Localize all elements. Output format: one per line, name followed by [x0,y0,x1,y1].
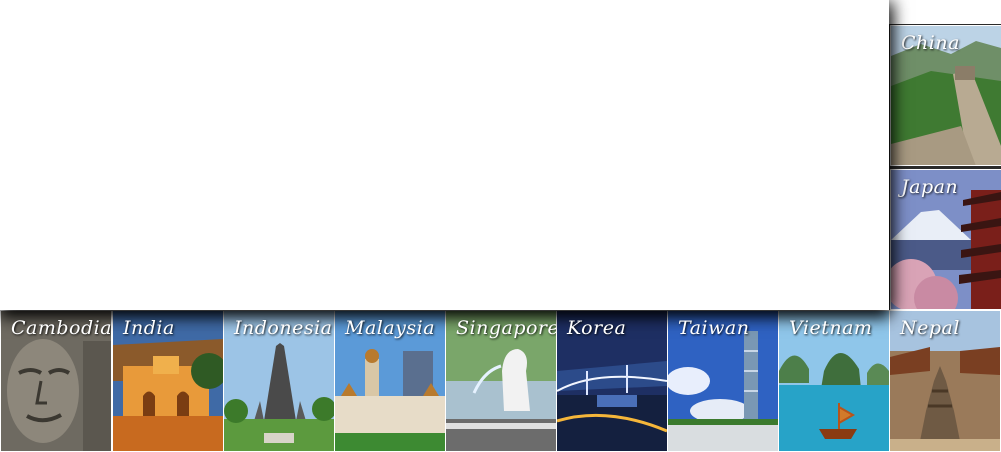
destination-label-taiwan: Taiwan [678,317,750,339]
destination-tile-taiwan[interactable]: Taiwan [667,310,779,452]
destination-tile-nepal[interactable]: Nepal [889,310,1001,452]
destination-tile-singapore[interactable]: Singapore [445,310,557,452]
blank-content-panel [0,0,889,310]
destinations-sidebar: China Japan [889,24,1001,310]
destination-tile-indonesia[interactable]: Indonesia [223,310,335,452]
destination-label-india: India [123,317,175,339]
destination-tile-cambodia[interactable]: Cambodia [0,310,112,452]
destination-tile-china[interactable]: China [890,25,1001,166]
destination-label-korea: Korea [567,317,627,339]
destination-tile-japan[interactable]: Japan [890,169,1001,310]
destination-label-malaysia: Malaysia [345,317,436,339]
destination-label-japan: Japan [901,176,959,198]
destination-label-indonesia: Indonesia [234,317,333,339]
destination-label-nepal: Nepal [900,317,960,339]
destination-label-china: China [901,32,960,54]
destination-label-singapore: Singapore [456,317,557,339]
destination-tile-korea[interactable]: Korea [556,310,668,452]
destination-tile-malaysia[interactable]: Malaysia [334,310,446,452]
destination-tile-india[interactable]: India [112,310,224,452]
destination-label-vietnam: Vietnam [789,317,873,339]
destination-label-cambodia: Cambodia [11,317,112,339]
destination-tile-vietnam[interactable]: Vietnam [778,310,890,452]
